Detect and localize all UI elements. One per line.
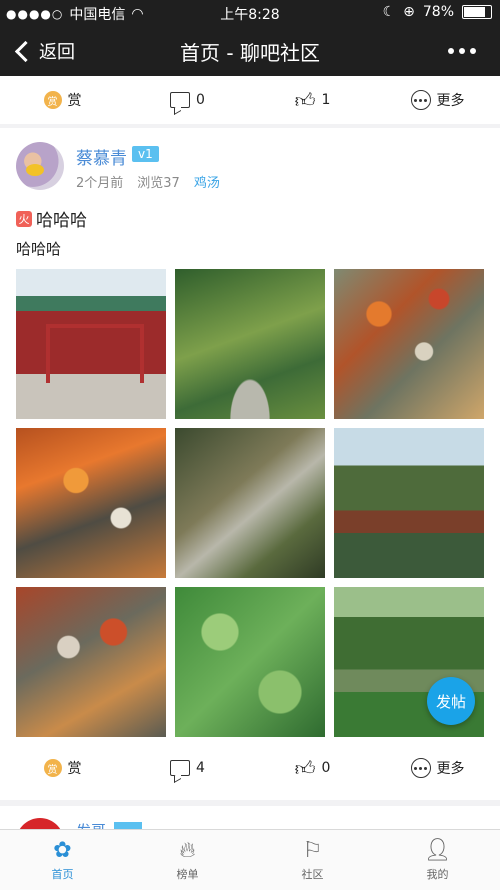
- post-username[interactable]: 蔡慕青: [76, 144, 127, 169]
- image-grid: [16, 269, 484, 737]
- photo-bamboo-path[interactable]: [175, 269, 325, 419]
- new-post-button[interactable]: 发帖: [427, 677, 475, 725]
- post-tag[interactable]: 鸡汤: [194, 172, 220, 191]
- fire-icon: 🔥︎: [179, 837, 196, 863]
- tab-label: 社区: [301, 867, 324, 881]
- status-bar: ●●●●○ 中国电信 ◠ 上午8:28 ☾ ⊕ 78%: [0, 0, 500, 26]
- more-menu-button[interactable]: [448, 48, 476, 54]
- comment-count: 0: [196, 92, 205, 108]
- post-action-bar: 赏 赏 4 👍︎ 0 更多: [0, 744, 500, 792]
- photo-koi-fish[interactable]: [16, 428, 166, 578]
- reward-button[interactable]: 赏 赏: [0, 90, 125, 110]
- more-label: 更多: [436, 93, 465, 109]
- prev-post-action-bar: 赏 赏 0 👍︎ 1 更多: [0, 76, 500, 124]
- comment-icon: [170, 760, 191, 776]
- comment-icon: [170, 92, 191, 108]
- hot-icon: 火: [16, 210, 32, 227]
- tab-community[interactable]: ⚐ 社区: [250, 830, 375, 890]
- ellipsis-circle-icon: [410, 758, 431, 778]
- like-count: 1: [321, 92, 331, 108]
- page-title: 首页 - 聊吧社区: [180, 41, 320, 65]
- photo-koi-fish[interactable]: [334, 269, 484, 419]
- tab-label: 榜单: [176, 867, 199, 881]
- nav-bar: 返回 首页 - 聊吧社区: [0, 26, 500, 76]
- tab-home[interactable]: ✿ 首页: [0, 830, 125, 890]
- post-card[interactable]: 蔡慕青 v1 2个月前 浏览37 鸡汤 火 哈哈哈 哈哈哈: [0, 128, 500, 800]
- level-badge: v1: [132, 146, 159, 162]
- photo-lotus-leaves[interactable]: [175, 587, 325, 737]
- like-button[interactable]: 👍︎ 1: [250, 90, 375, 110]
- battery-percent: 78%: [422, 4, 454, 20]
- reward-button[interactable]: 赏 赏: [0, 758, 125, 778]
- tab-bar: ✿ 首页 🔥︎ 榜单 ⚐ 社区 👤︎ 我的: [0, 829, 500, 890]
- comment-button[interactable]: 0: [125, 92, 250, 108]
- photo-pavilion-lake[interactable]: [334, 428, 484, 578]
- battery-icon: [462, 5, 492, 19]
- photo-stone-steps[interactable]: [175, 428, 325, 578]
- comment-button[interactable]: 4: [125, 760, 250, 776]
- tab-mine[interactable]: 👤︎ 我的: [375, 830, 500, 890]
- moon-icon: ☾: [382, 4, 396, 20]
- more-button[interactable]: 更多: [375, 758, 500, 778]
- like-button[interactable]: 👍︎ 0: [250, 758, 375, 778]
- reward-label: 赏: [67, 93, 82, 109]
- tab-ranking[interactable]: 🔥︎ 榜单: [125, 830, 250, 890]
- coin-icon: 赏: [43, 91, 62, 109]
- signpost-icon: ⚐: [302, 837, 323, 863]
- tab-label: 我的: [426, 867, 449, 881]
- flower-icon: ✿: [53, 837, 72, 863]
- coin-icon: 赏: [43, 759, 62, 777]
- thumbs-up-icon: 👍︎: [294, 88, 316, 112]
- ellipsis-circle-icon: [410, 90, 431, 110]
- post-title: 哈哈哈: [36, 211, 87, 231]
- comment-count: 4: [196, 760, 205, 776]
- thumbs-up-icon: 👍︎: [294, 756, 316, 780]
- avatar[interactable]: [16, 142, 64, 190]
- reward-label: 赏: [67, 761, 82, 777]
- more-label: 更多: [436, 761, 465, 777]
- post-content: 哈哈哈: [16, 240, 62, 258]
- photo-koi-fish[interactable]: [16, 587, 166, 737]
- next-post-card[interactable]: 发哥: [0, 806, 500, 830]
- photo-temple-gate[interactable]: [16, 269, 166, 419]
- like-count: 0: [321, 760, 331, 776]
- post-views: 浏览37: [137, 176, 180, 191]
- more-button[interactable]: 更多: [375, 90, 500, 110]
- lock-rotation-icon: ⊕: [403, 4, 415, 20]
- post-time: 2个月前: [76, 176, 124, 191]
- user-icon: 👤︎: [423, 837, 452, 863]
- tab-label: 首页: [51, 867, 74, 881]
